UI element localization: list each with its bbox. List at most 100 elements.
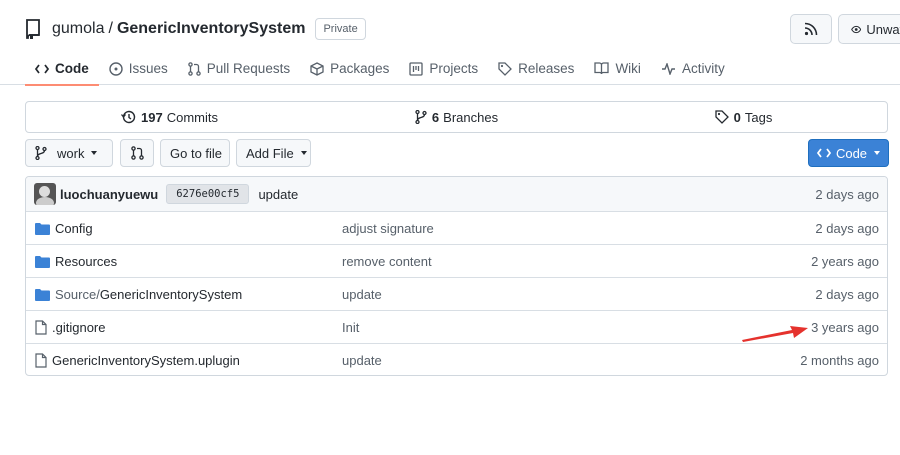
tab-pull-requests-label: Pull Requests [206, 61, 291, 76]
file-name: Resources [55, 254, 118, 269]
repo-owner-link[interactable]: gumola [52, 20, 104, 38]
add-file-label: Add File [246, 145, 294, 161]
file-icon [35, 320, 47, 335]
pulse-icon [661, 62, 675, 75]
file-age: 3 years ago [811, 320, 879, 335]
tag-icon [498, 61, 513, 76]
folder-icon [35, 255, 50, 268]
chevron-down-icon [300, 151, 307, 155]
tag-icon [714, 110, 729, 124]
file-name: GenericInventorySystem [99, 287, 243, 302]
tab-code-label: Code [55, 61, 89, 76]
tab-releases-label: Releases [518, 61, 575, 76]
history-icon [121, 110, 136, 124]
unwatch-button[interactable]: Unwatch [838, 14, 900, 44]
repo-nav: Code Issues Pull Requests Packages Proje… [25, 52, 735, 86]
branch-select-button[interactable]: work [25, 139, 113, 167]
file-name-link[interactable]: GenericInventorySystem.uplugin [35, 344, 240, 375]
repo-name-link[interactable]: GenericInventorySystem [117, 20, 306, 38]
repo-icon [25, 19, 43, 39]
issue-icon [109, 61, 123, 76]
table-row: GenericInventorySystem.uplugin update 2 … [26, 344, 887, 375]
add-file-button[interactable]: Add File [236, 139, 311, 167]
code-icon [35, 63, 49, 74]
tab-issues[interactable]: Issues [99, 52, 178, 85]
branch-icon [415, 110, 427, 124]
tags-count: 0 [733, 109, 741, 125]
go-to-file-button[interactable]: Go to file [160, 139, 230, 167]
repo-header: gumola / GenericInventorySystem Private … [0, 0, 900, 86]
tab-packages-label: Packages [330, 61, 390, 76]
file-commit-message[interactable]: remove content [342, 245, 432, 278]
repo-title: gumola / GenericInventorySystem Private [25, 16, 366, 42]
tab-activity-label: Activity [681, 61, 725, 76]
commit-message[interactable]: update [258, 187, 298, 202]
commit-time: 2 days ago [815, 187, 879, 202]
file-name-link[interactable]: Resources [35, 245, 117, 278]
file-commit-message[interactable]: update [342, 344, 382, 375]
folder-icon [35, 222, 50, 235]
file-commit-message[interactable]: update [342, 278, 382, 311]
latest-commit-row: luochuanyuewu 6276e00cf5 update 2 days a… [26, 177, 887, 212]
repo-separator: / [108, 20, 113, 37]
commits-label: Commits [166, 109, 218, 125]
file-name-link[interactable]: Source/GenericInventorySystem [35, 278, 242, 311]
file-path-prefix: Source/ [55, 287, 100, 302]
annotation-arrow-icon [742, 326, 808, 342]
branches-stat[interactable]: 6 Branches [313, 102, 600, 132]
file-name: GenericInventorySystem.uplugin [52, 353, 240, 368]
branches-label: Branches [443, 109, 499, 125]
file-age: 2 days ago [815, 221, 879, 236]
avatar[interactable] [34, 183, 56, 205]
tab-projects-label: Projects [429, 61, 479, 76]
branch-name: work [57, 145, 85, 161]
tab-issues-label: Issues [128, 61, 168, 76]
commit-sha[interactable]: 6276e00cf5 [166, 184, 250, 204]
eye-icon [851, 25, 862, 33]
folder-icon [35, 288, 50, 301]
rss-icon [804, 22, 818, 36]
tags-stat[interactable]: 0 Tags [600, 102, 887, 132]
visibility-badge: Private [315, 18, 366, 40]
file-name-link[interactable]: .gitignore [35, 311, 105, 344]
branch-icon [35, 146, 47, 160]
commits-count: 197 [141, 109, 163, 125]
tab-wiki-label: Wiki [615, 61, 641, 76]
compare-button[interactable] [120, 139, 154, 167]
tab-packages[interactable]: Packages [300, 52, 399, 85]
table-row: Config adjust signature 2 days ago [26, 212, 887, 245]
file-name: .gitignore [52, 320, 106, 335]
code-button-label: Code [835, 145, 868, 161]
table-row: Source/GenericInventorySystem update 2 d… [26, 278, 887, 311]
commit-author[interactable]: luochuanyuewu [60, 187, 158, 202]
tab-wiki[interactable]: Wiki [584, 52, 651, 85]
rss-button[interactable] [790, 14, 832, 44]
chevron-down-icon [91, 151, 98, 155]
tab-activity[interactable]: Activity [651, 52, 735, 85]
code-icon [816, 148, 831, 158]
unwatch-label: Unwatch [866, 21, 900, 37]
file-list: luochuanyuewu 6276e00cf5 update 2 days a… [25, 176, 888, 376]
package-icon [310, 61, 324, 76]
file-commit-message[interactable]: Init [342, 311, 359, 344]
file-age: 2 days ago [815, 287, 879, 302]
tab-releases[interactable]: Releases [488, 52, 584, 85]
file-age: 2 years ago [811, 254, 879, 269]
tab-projects[interactable]: Projects [399, 52, 488, 85]
table-row: Resources remove content 2 years ago [26, 245, 887, 278]
pull-request-icon [130, 146, 144, 160]
tab-pull-requests[interactable]: Pull Requests [178, 52, 300, 85]
file-name-link[interactable]: Config [35, 212, 93, 245]
tab-code[interactable]: Code [25, 52, 99, 86]
file-name: Config [55, 221, 93, 236]
project-icon [409, 61, 424, 76]
code-dropdown-button[interactable]: Code [808, 139, 889, 167]
commits-stat[interactable]: 197 Commits [26, 102, 313, 132]
chevron-down-icon [874, 151, 881, 155]
book-icon [594, 62, 610, 75]
repo-stats-bar: 197 Commits 6 Branches 0 Tags [25, 101, 888, 133]
file-age: 2 months ago [800, 353, 879, 368]
file-commit-message[interactable]: adjust signature [342, 212, 434, 245]
branches-count: 6 [431, 109, 440, 125]
tags-label: Tags [744, 109, 773, 125]
